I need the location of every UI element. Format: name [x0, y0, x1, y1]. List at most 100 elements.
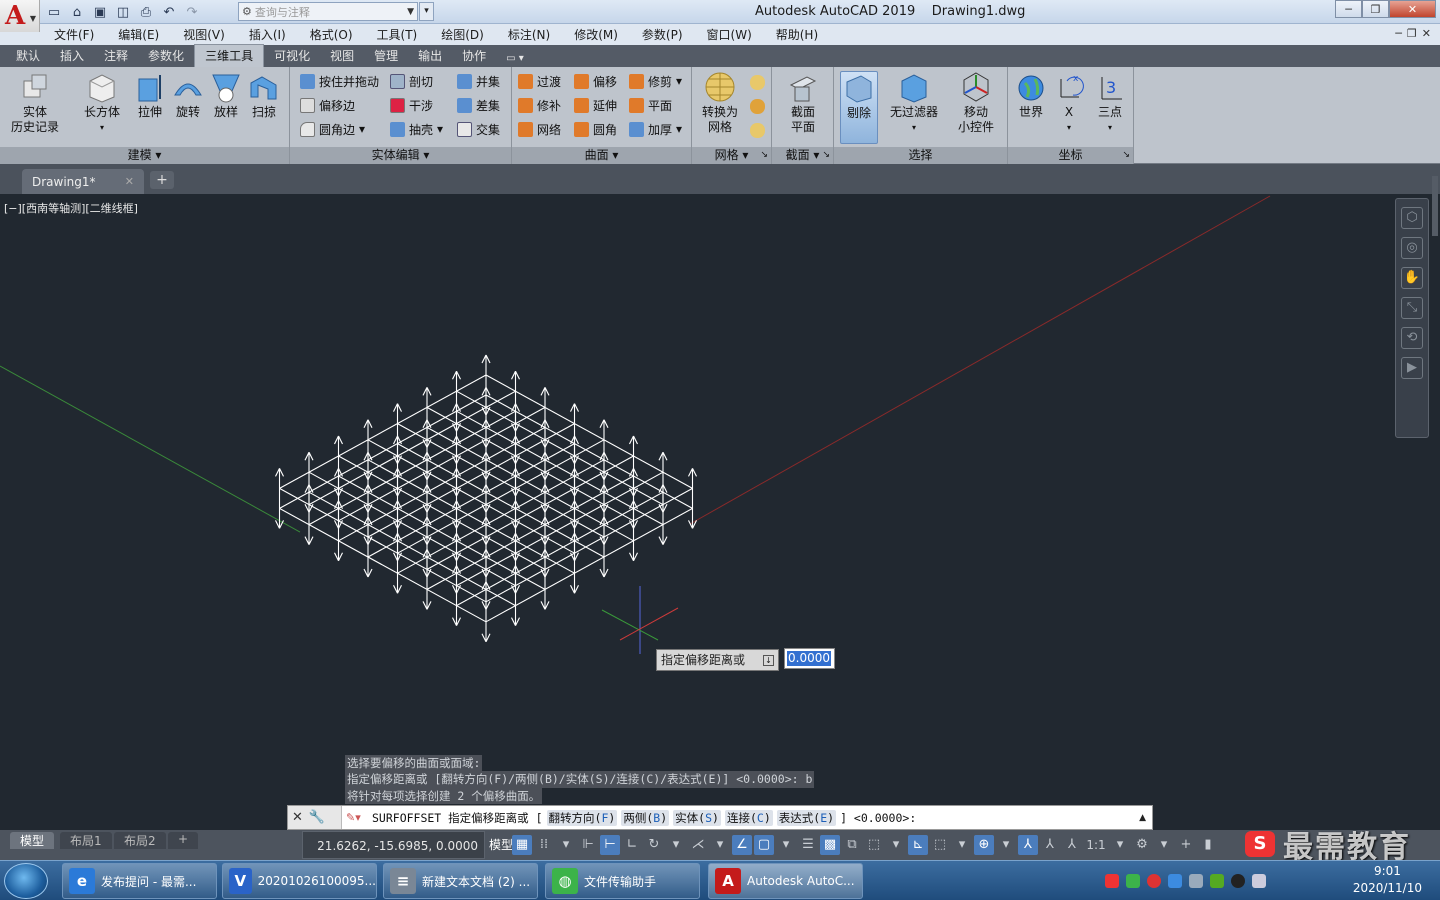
culling-button[interactable]: 剔除 — [840, 71, 878, 144]
chevron-down-icon[interactable]: ▾ — [996, 835, 1016, 855]
save-icon[interactable]: ▣ — [90, 3, 110, 21]
annotation-visibility-icon[interactable]: ⅄ — [1018, 835, 1038, 855]
dynamic-ucs-icon[interactable]: ⊾ — [908, 835, 928, 855]
polar-icon[interactable]: ↻ — [644, 835, 664, 855]
panel-title[interactable]: 坐标 ↘ — [1008, 147, 1133, 164]
orbit-icon[interactable]: ⟲ — [1401, 327, 1423, 349]
arrow-down-icon[interactable]: ↓ — [763, 655, 774, 666]
menu-file[interactable]: 文件(F) — [42, 26, 106, 43]
menu-view[interactable]: 视图(V) — [171, 26, 237, 43]
dynamic-input-icon[interactable]: ⊢ — [600, 835, 620, 855]
panel-title[interactable]: 截面 ▾ ↘ — [772, 147, 833, 164]
union-button[interactable]: 并集 — [457, 71, 500, 91]
viewport-label[interactable]: [−][西南等轴测][二维线框] — [4, 200, 138, 216]
chevron-down-icon[interactable]: ▼ — [407, 7, 414, 17]
search-expand-button[interactable]: ▾ — [419, 2, 434, 21]
menu-format[interactable]: 格式(O) — [298, 26, 365, 43]
new-tab-button[interactable]: + — [150, 171, 174, 189]
patch-button[interactable]: 修补 — [518, 95, 561, 115]
chevron-down-icon[interactable]: ▾ — [886, 835, 906, 855]
coordinates-readout[interactable]: 21.6262, -15.6985, 0.0000 — [302, 831, 485, 859]
convert-to-mesh-button[interactable]: 转换为 网格 — [698, 71, 742, 135]
security-tray-icon[interactable] — [1168, 874, 1182, 888]
object-snap-icon[interactable]: ▢ — [754, 835, 774, 855]
grid-icon[interactable]: ▦ — [512, 835, 532, 855]
annotation-scale-icon[interactable]: ⅄ — [1062, 835, 1082, 855]
tab-collaborate[interactable]: 协作 — [452, 45, 496, 67]
qq-tray-icon[interactable] — [1231, 874, 1245, 888]
workspace-gear-icon[interactable]: ⚙ — [1132, 835, 1152, 855]
isodraft-icon[interactable]: ⋌ — [688, 835, 708, 855]
chevron-down-icon[interactable]: ▾ — [666, 835, 686, 855]
annotation-scale-value[interactable]: 1:1 — [1084, 835, 1108, 855]
tab-visualize[interactable]: 可视化 — [264, 45, 320, 67]
shell-button[interactable]: 抽壳 ▾ — [390, 119, 443, 139]
mesh-smooth-icon[interactable] — [750, 75, 765, 90]
trim-button[interactable]: 修剪 ▾ — [629, 71, 682, 91]
option-connect[interactable]: 连接(C) — [724, 809, 773, 826]
selection-filter-icon[interactable]: ⬚ — [930, 835, 950, 855]
viewcube-icon[interactable]: ⬡ — [1401, 207, 1423, 229]
snap-icon[interactable]: ⁞⁞ — [534, 835, 554, 855]
chevron-up-icon[interactable]: ▲ — [1139, 813, 1146, 823]
menu-draw[interactable]: 绘图(D) — [429, 26, 496, 43]
menu-parametric[interactable]: 参数(P) — [630, 26, 695, 43]
offset-surface-grid[interactable] — [275, 354, 697, 643]
selection-cycling-icon[interactable]: ⧉ — [842, 835, 862, 855]
3d-osnap-icon[interactable]: ⬚ — [864, 835, 884, 855]
menu-insert[interactable]: 插入(I) — [237, 26, 298, 43]
application-menu-button[interactable]: A ▼ — [0, 0, 40, 32]
maximize-button[interactable]: ❐ — [1362, 0, 1389, 18]
chevron-down-icon[interactable]: ▾ — [556, 835, 576, 855]
undo-icon[interactable]: ↶ — [159, 3, 179, 21]
taskbar-item-browser[interactable]: e 发布提问 - 最需... — [62, 863, 217, 899]
drawing-canvas[interactable] — [0, 194, 1440, 830]
panel-title[interactable]: 曲面 ▾ — [512, 147, 691, 164]
ribbon-minimize-icon[interactable]: ▭ ▾ — [496, 51, 534, 67]
ucs-3point-button[interactable]: 3 三点 ▾ — [1092, 71, 1128, 135]
pan-icon[interactable]: ✋ — [1401, 267, 1423, 289]
volume-tray-icon[interactable] — [1252, 874, 1266, 888]
presspull-button[interactable]: 按住并拖动 — [300, 71, 379, 91]
ortho-icon[interactable]: ∟ — [622, 835, 642, 855]
blend-button[interactable]: 过渡 — [518, 71, 561, 91]
zoom-icon[interactable]: ⤡ — [1401, 297, 1423, 319]
steering-wheel-icon[interactable]: ◎ — [1401, 237, 1423, 259]
move-gizmo-button[interactable]: 移动 小控件 — [954, 71, 998, 135]
command-input[interactable]: SURFOFFSET 指定偏移距离或 [ 翻转方向(F) 两侧(B) 实体(S)… — [372, 809, 916, 826]
extrude-button[interactable]: 拉伸 — [132, 71, 168, 120]
command-icon[interactable]: ✎▾ — [342, 811, 372, 824]
close-button[interactable]: ✕ — [1389, 0, 1436, 18]
nvidia-tray-icon[interactable] — [1210, 874, 1224, 888]
close-icon[interactable]: ✕ — [125, 175, 134, 188]
ucs-x-button[interactable]: x X ▾ — [1052, 71, 1086, 135]
lineweight-icon[interactable]: ☰ — [798, 835, 818, 855]
sogou-tray-icon[interactable] — [1105, 874, 1119, 888]
intersect-button[interactable]: 交集 — [457, 119, 500, 139]
tab-insert[interactable]: 插入 — [50, 45, 94, 67]
chevron-down-icon[interactable]: ▾ — [952, 835, 972, 855]
surface-fillet-button[interactable]: 圆角 — [574, 119, 617, 139]
taskbar-item-autocad[interactable]: A Autodesk AutoC... — [708, 863, 863, 899]
surface-offset-button[interactable]: 偏移 — [574, 71, 617, 91]
revolve-button[interactable]: 旋转 — [170, 71, 206, 120]
chevron-down-icon[interactable]: ▾ — [1110, 835, 1130, 855]
taskbar-item-notepad[interactable]: ≡ 新建文本文档 (2) ... — [383, 863, 538, 899]
planar-button[interactable]: 平面 — [629, 95, 672, 115]
tab-3d-tools[interactable]: 三维工具 — [194, 44, 265, 67]
slice-button[interactable]: 剖切 — [390, 71, 433, 91]
interfere-button[interactable]: 干涉 — [390, 95, 433, 115]
redo-icon[interactable]: ↷ — [182, 3, 202, 21]
panel-title[interactable]: 建模 ▾ — [0, 147, 289, 164]
panel-title[interactable]: 网格 ▾ ↘ — [692, 147, 771, 164]
drawing-viewport[interactable]: [−][西南等轴测][二维线框] ⬡ ◎ ✋ ⤡ ⟲ ▶ 指定偏移距离或 ↓ 0.… — [0, 194, 1440, 830]
option-flip[interactable]: 翻转方向(F) — [546, 809, 618, 826]
layout-tab-layout2[interactable]: 布局2 — [114, 832, 166, 849]
menu-modify[interactable]: 修改(M) — [562, 26, 630, 43]
save-as-icon[interactable]: ◫ — [113, 3, 133, 21]
thicken-button[interactable]: 加厚 ▾ — [629, 119, 682, 139]
menu-tools[interactable]: 工具(T) — [365, 26, 430, 43]
file-tab-drawing1[interactable]: Drawing1* ✕ — [22, 169, 144, 194]
command-line[interactable]: ✕ 🔧 ✎▾ SURFOFFSET 指定偏移距离或 [ 翻转方向(F) 两侧(B)… — [287, 805, 1153, 830]
infer-constraints-icon[interactable]: ⊩ — [578, 835, 598, 855]
